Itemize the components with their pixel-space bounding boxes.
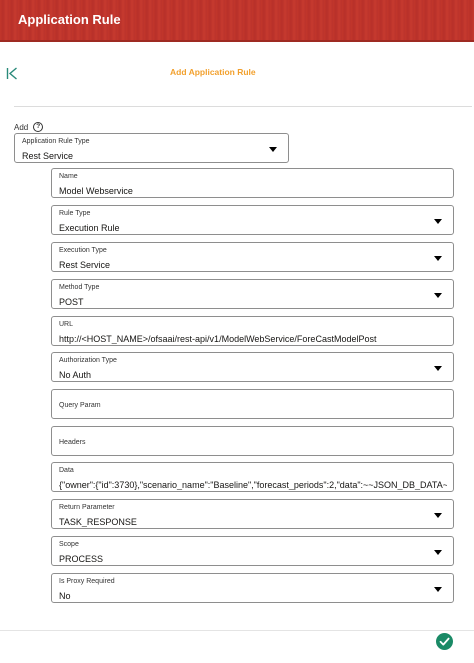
field-value: http://<HOST_NAME>/ofsaai/rest-api/v1/Mo… bbox=[59, 334, 377, 344]
chevron-down-icon bbox=[434, 293, 442, 298]
field-label: Scope bbox=[59, 541, 79, 548]
execution-type-select[interactable]: Execution Type Rest Service bbox=[51, 242, 454, 272]
field-label: Name bbox=[59, 173, 78, 180]
field-value: {"owner":{"id":3730},"scenario_name":"Ba… bbox=[59, 480, 447, 490]
chevron-down-icon bbox=[434, 513, 442, 518]
return-parameter-select[interactable]: Return Parameter TASK_RESPONSE bbox=[51, 499, 454, 529]
chevron-down-icon bbox=[434, 550, 442, 555]
field-value: Model Webservice bbox=[59, 186, 133, 196]
field-label: Authorization Type bbox=[59, 357, 117, 364]
field-label: Method Type bbox=[59, 284, 100, 291]
field-label: Headers bbox=[59, 439, 86, 446]
field-value: PROCESS bbox=[59, 554, 104, 564]
add-rule-subtitle: Add Application Rule bbox=[170, 67, 256, 77]
field-value: TASK_RESPONSE bbox=[59, 517, 137, 527]
field-label: Application Rule Type bbox=[22, 138, 90, 145]
field-value: Rest Service bbox=[59, 260, 111, 270]
add-label: Add bbox=[14, 122, 29, 132]
field-value: POST bbox=[59, 297, 84, 307]
field-label: Return Parameter bbox=[59, 504, 115, 511]
data-field[interactable]: Data {"owner":{"id":3730},"scenario_name… bbox=[51, 462, 454, 492]
field-label: Data bbox=[59, 467, 74, 474]
field-label: Execution Type bbox=[59, 247, 107, 254]
field-value: No Auth bbox=[59, 370, 92, 380]
chevron-down-icon bbox=[434, 219, 442, 224]
help-icon[interactable]: ? bbox=[33, 122, 44, 132]
add-section-label: Add ? bbox=[14, 122, 44, 132]
name-field[interactable]: Name Model Webservice bbox=[51, 168, 454, 198]
method-type-select[interactable]: Method Type POST bbox=[51, 279, 454, 309]
chevron-down-icon bbox=[434, 256, 442, 261]
app-header: Application Rule bbox=[0, 0, 474, 42]
field-label: URL bbox=[59, 321, 74, 328]
check-circle-icon[interactable] bbox=[436, 633, 453, 650]
authorization-type-select[interactable]: Authorization Type No Auth bbox=[51, 352, 454, 382]
first-page-icon[interactable] bbox=[6, 67, 18, 80]
scope-select[interactable]: Scope PROCESS bbox=[51, 536, 454, 566]
url-field[interactable]: URL http://<HOST_NAME>/ofsaai/rest-api/v… bbox=[51, 316, 454, 346]
field-value: No bbox=[59, 591, 71, 601]
field-value: Rest Service bbox=[22, 151, 74, 161]
divider bbox=[14, 106, 472, 107]
field-label: Query Param bbox=[59, 402, 101, 409]
chevron-down-icon bbox=[434, 366, 442, 371]
field-label: Rule Type bbox=[59, 210, 91, 217]
chevron-down-icon bbox=[434, 587, 442, 592]
is-proxy-required-select[interactable]: Is Proxy Required No bbox=[51, 573, 454, 603]
field-label: Is Proxy Required bbox=[59, 578, 115, 585]
query-param-field[interactable]: Query Param bbox=[51, 389, 454, 419]
chevron-down-icon bbox=[269, 147, 277, 152]
application-rule-type-select[interactable]: Application Rule Type Rest Service bbox=[14, 133, 289, 163]
rule-type-select[interactable]: Rule Type Execution Rule bbox=[51, 205, 454, 235]
footer-divider bbox=[0, 630, 474, 631]
field-value: Execution Rule bbox=[59, 223, 120, 233]
headers-field[interactable]: Headers bbox=[51, 426, 454, 456]
page-title: Application Rule bbox=[18, 12, 121, 27]
